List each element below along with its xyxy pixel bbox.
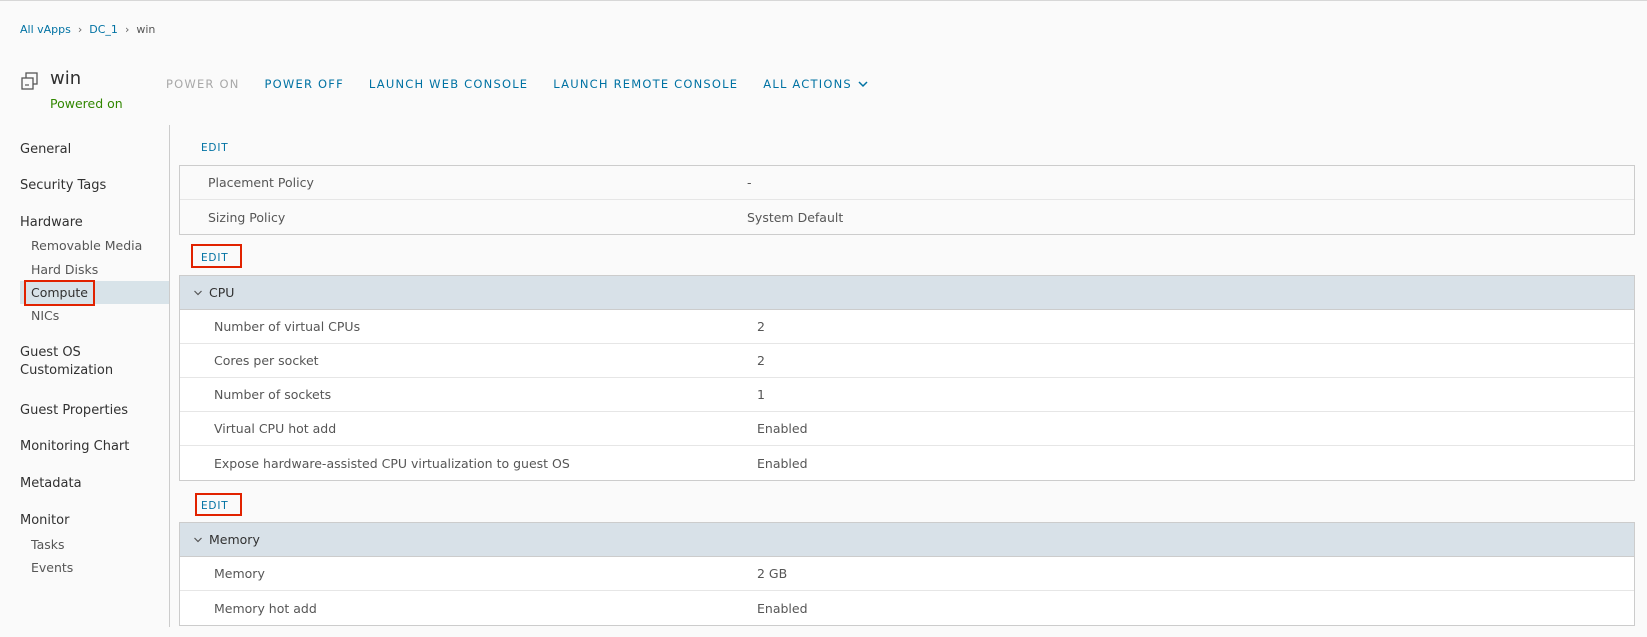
sidebar-item-removable-media[interactable]: Removable Media [31, 238, 142, 253]
row-label: Memory [214, 566, 265, 581]
sidebar-item-tasks[interactable]: Tasks [31, 537, 65, 552]
table-row: Expose hardware-assisted CPU virtualizat… [180, 446, 1634, 480]
row-label: Number of virtual CPUs [214, 319, 361, 334]
sidebar-item-hardware[interactable]: Hardware [20, 215, 83, 230]
row-value: 2 [757, 353, 765, 368]
row-label: Cores per socket [214, 353, 319, 368]
row-value: 1 [757, 387, 765, 402]
table-row: Cores per socket 2 [180, 344, 1634, 378]
memory-section-header[interactable]: Memory [180, 523, 1634, 557]
action-bar: POWER ON POWER OFF LAUNCH WEB CONSOLE LA… [166, 77, 893, 91]
power-off-button[interactable]: POWER OFF [265, 77, 344, 91]
table-row: Memory hot add Enabled [180, 591, 1634, 625]
breadcrumb-all-vapps[interactable]: All vApps [20, 23, 71, 36]
sidebar-item-guest-properties[interactable]: Guest Properties [20, 403, 128, 418]
row-value: - [747, 175, 752, 190]
table-row: Number of virtual CPUs 2 [180, 310, 1634, 344]
vm-icon [21, 72, 38, 90]
row-value: System Default [747, 209, 844, 225]
sidebar-item-monitor[interactable]: Monitor [20, 513, 69, 528]
row-label: Sizing Policy [208, 209, 286, 225]
row-value: 2 GB [757, 566, 788, 581]
all-actions-label: ALL ACTIONS [763, 77, 852, 91]
power-status: Powered on [50, 96, 123, 111]
sidebar-item-metadata[interactable]: Metadata [20, 476, 82, 491]
guest-os-line2: Customization [20, 363, 114, 378]
launch-remote-console-button[interactable]: LAUNCH REMOTE CONSOLE [553, 77, 738, 91]
breadcrumb: All vApps › DC_1 › win [20, 23, 155, 36]
table-row: Placement Policy - [180, 166, 1634, 200]
sidebar-item-guest-os-customization[interactable]: Guest OS Customization [20, 345, 113, 382]
guest-os-line1: Guest OS [20, 345, 81, 360]
sidebar-item-events[interactable]: Events [31, 560, 73, 575]
row-value: 2 [757, 319, 765, 334]
power-on-button[interactable]: POWER ON [166, 77, 240, 91]
policy-panel: Placement Policy - Sizing Policy System … [179, 165, 1635, 235]
sidebar-item-security-tags[interactable]: Security Tags [20, 178, 106, 193]
edit-cpu-button[interactable]: EDIT [201, 252, 228, 264]
table-row: Memory 2 GB [180, 557, 1634, 591]
table-row: Virtual CPU hot add Enabled [180, 412, 1634, 446]
chevron-down-icon [194, 290, 202, 295]
sidebar-divider [169, 125, 170, 627]
row-label: Placement Policy [208, 175, 314, 190]
compute-highlight-box [24, 280, 95, 306]
all-actions-button[interactable]: ALL ACTIONS [763, 77, 868, 91]
page-title: win [50, 68, 82, 89]
memory-section-title: Memory [209, 532, 260, 547]
row-value: Enabled [757, 455, 808, 471]
sidebar-item-hard-disks[interactable]: Hard Disks [31, 262, 98, 277]
row-label: Number of sockets [214, 387, 332, 402]
cpu-section-header[interactable]: CPU [180, 276, 1634, 310]
sidebar-item-nics[interactable]: NICs [31, 308, 59, 323]
sidebar-item-monitoring-chart[interactable]: Monitoring Chart [20, 439, 129, 454]
table-row: Number of sockets 1 [180, 378, 1634, 412]
table-row: Sizing Policy System Default [180, 200, 1634, 234]
chevron-right-icon: › [77, 23, 83, 36]
row-label: Virtual CPU hot add [214, 421, 337, 436]
launch-web-console-button[interactable]: LAUNCH WEB CONSOLE [369, 77, 528, 91]
edit-policy-button[interactable]: EDIT [201, 142, 228, 154]
chevron-down-icon [194, 537, 202, 542]
edit-memory-button[interactable]: EDIT [201, 500, 228, 512]
chevron-right-icon: › [124, 23, 130, 36]
row-label: Memory hot add [214, 600, 317, 616]
cpu-section-title: CPU [209, 285, 235, 300]
breadcrumb-current: win [136, 23, 156, 36]
breadcrumb-dc1[interactable]: DC_1 [89, 23, 118, 36]
cpu-panel: CPU Number of virtual CPUs 2 Cores per s… [179, 275, 1635, 481]
row-label: Expose hardware-assisted CPU virtualizat… [214, 455, 570, 471]
sidebar-item-general[interactable]: General [20, 142, 71, 157]
row-value: Enabled [757, 421, 808, 436]
memory-panel: Memory Memory 2 GB Memory hot add Enable… [179, 522, 1635, 626]
row-value: Enabled [757, 600, 808, 616]
chevron-down-icon [858, 81, 868, 88]
